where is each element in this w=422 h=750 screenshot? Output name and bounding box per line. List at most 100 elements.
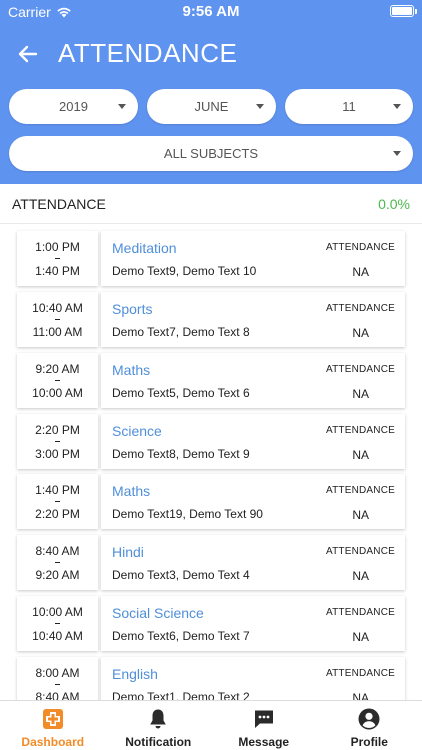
class-details: Hindi Demo Text3, Demo Text 4 ATTENDANCE… <box>101 535 405 590</box>
time-slot: 2:20 PM 3:00 PM <box>17 414 98 469</box>
start-time: 10:00 AM <box>32 605 83 619</box>
back-button[interactable] <box>14 40 42 68</box>
tab-label: Notification <box>125 735 192 749</box>
bottom-tab-bar: Dashboard Notification Message Profile <box>0 700 422 750</box>
status-bar: Carrier 9:56 AM <box>0 0 422 24</box>
start-time: 10:40 AM <box>32 301 83 315</box>
teacher-names: Demo Text6, Demo Text 7 <box>112 629 250 643</box>
attendance-value: NA <box>352 387 369 401</box>
start-time: 2:20 PM <box>35 423 80 437</box>
time-slot: 1:40 PM 2:20 PM <box>17 474 98 529</box>
tab-message[interactable]: Message <box>211 701 317 750</box>
bell-icon <box>150 709 167 729</box>
status-time: 9:56 AM <box>182 3 240 20</box>
attendance-label: ATTENDANCE <box>325 242 395 253</box>
start-time: 1:40 PM <box>35 483 80 497</box>
class-details: Sports Demo Text7, Demo Text 8 ATTENDANC… <box>101 292 405 347</box>
subject-name: Maths <box>112 362 151 378</box>
attendance-label: ATTENDANCE <box>325 364 395 375</box>
subject-name: Social Science <box>112 605 204 621</box>
tab-label: Profile <box>350 735 388 749</box>
subject-dropdown[interactable]: ALL SUBJECTS <box>9 136 413 171</box>
subject-name: English <box>112 666 158 682</box>
time-separator <box>55 562 60 563</box>
time-separator <box>55 623 60 624</box>
caret-down-icon <box>393 151 401 156</box>
class-details: Maths Demo Text19, Demo Text 90 ATTENDAN… <box>101 474 405 529</box>
day-dropdown[interactable]: 11 <box>285 89 413 124</box>
tab-notification[interactable]: Notification <box>106 701 212 750</box>
list-item[interactable]: 8:40 AM 9:20 AM Hindi Demo Text3, Demo T… <box>17 535 405 590</box>
day-value: 11 <box>342 99 356 114</box>
teacher-names: Demo Text8, Demo Text 9 <box>112 447 250 461</box>
list-item[interactable]: 9:20 AM 10:00 AM Maths Demo Text5, Demo … <box>17 353 405 408</box>
teacher-names: Demo Text7, Demo Text 8 <box>112 325 250 339</box>
list-item[interactable]: 10:00 AM 10:40 AM Social Science Demo Te… <box>17 596 405 651</box>
time-separator <box>55 258 60 259</box>
list-item[interactable]: 10:40 AM 11:00 AM Sports Demo Text7, Dem… <box>17 292 405 347</box>
class-details: Meditation Demo Text9, Demo Text 10 ATTE… <box>101 231 405 286</box>
attendance-label: ATTENDANCE <box>325 425 395 436</box>
summary-label: ATTENDANCE <box>12 196 106 212</box>
time-separator <box>55 380 60 381</box>
teacher-names: Demo Text3, Demo Text 4 <box>112 568 250 582</box>
time-slot: 1:00 PM 1:40 PM <box>17 231 98 286</box>
tab-dashboard[interactable]: Dashboard <box>0 701 106 750</box>
subject-name: Meditation <box>112 240 177 256</box>
start-time: 8:00 AM <box>35 666 80 680</box>
end-time: 11:00 AM <box>32 325 83 339</box>
attendance-label: ATTENDANCE <box>325 607 395 618</box>
attendance-label: ATTENDANCE <box>325 668 395 679</box>
time-separator <box>55 501 60 502</box>
teacher-names: Demo Text5, Demo Text 6 <box>112 386 250 400</box>
attendance-percentage: 0.0% <box>378 196 410 212</box>
list-item[interactable]: 1:40 PM 2:20 PM Maths Demo Text19, Demo … <box>17 474 405 529</box>
attendance-value: NA <box>352 630 369 644</box>
teacher-names: Demo Text19, Demo Text 90 <box>112 507 263 521</box>
month-dropdown[interactable]: JUNE <box>147 89 276 124</box>
tab-label: Dashboard <box>21 735 85 749</box>
dashboard-icon <box>42 709 63 729</box>
attendance-label: ATTENDANCE <box>325 303 395 314</box>
time-slot: 10:40 AM 11:00 AM <box>17 292 98 347</box>
end-time: 2:20 PM <box>35 507 80 521</box>
end-time: 1:40 PM <box>35 264 80 278</box>
app-header: Carrier 9:56 AM ATTENDANCE 2019 JUNE 11 … <box>0 0 422 184</box>
list-item[interactable]: 1:00 PM 1:40 PM Meditation Demo Text9, D… <box>17 231 405 286</box>
subject-name: Hindi <box>112 544 144 560</box>
teacher-names: Demo Text9, Demo Text 10 <box>112 264 257 278</box>
attendance-label: ATTENDANCE <box>325 546 395 557</box>
start-time: 9:20 AM <box>35 362 80 376</box>
subject-value: ALL SUBJECTS <box>163 146 259 161</box>
end-time: 8:40 AM <box>35 690 80 700</box>
attendance-summary: ATTENDANCE 0.0% <box>0 184 422 224</box>
tab-label: Message <box>238 735 290 749</box>
class-details: English Demo Text1, Demo Text 2 ATTENDAN… <box>101 657 405 700</box>
month-value: JUNE <box>194 99 229 114</box>
attendance-value: NA <box>352 508 369 522</box>
start-time: 1:00 PM <box>35 240 80 254</box>
tab-profile[interactable]: Profile <box>317 701 422 750</box>
time-slot: 8:00 AM 8:40 AM <box>17 657 98 700</box>
time-slot: 9:20 AM 10:00 AM <box>17 353 98 408</box>
attendance-value: NA <box>352 448 369 462</box>
attendance-value: NA <box>352 326 369 340</box>
class-details: Social Science Demo Text6, Demo Text 7 A… <box>101 596 405 651</box>
attendance-value: NA <box>352 569 369 583</box>
attendance-value: NA <box>352 691 369 700</box>
end-time: 9:20 AM <box>35 568 80 582</box>
list-item[interactable]: 8:00 AM 8:40 AM English Demo Text1, Demo… <box>17 657 405 700</box>
user-icon <box>358 708 380 730</box>
chat-icon <box>254 710 273 728</box>
class-details: Science Demo Text8, Demo Text 9 ATTENDAN… <box>101 414 405 469</box>
caret-down-icon <box>393 104 401 109</box>
battery-icon <box>390 5 417 17</box>
attendance-list[interactable]: 1:00 PM 1:40 PM Meditation Demo Text9, D… <box>0 224 422 700</box>
arrow-left-icon <box>18 45 38 63</box>
list-item[interactable]: 2:20 PM 3:00 PM Science Demo Text8, Demo… <box>17 414 405 469</box>
caret-down-icon <box>256 104 264 109</box>
caret-down-icon <box>118 104 126 109</box>
page-title: ATTENDANCE <box>58 38 238 68</box>
subject-name: Science <box>112 423 162 439</box>
year-dropdown[interactable]: 2019 <box>9 89 138 124</box>
